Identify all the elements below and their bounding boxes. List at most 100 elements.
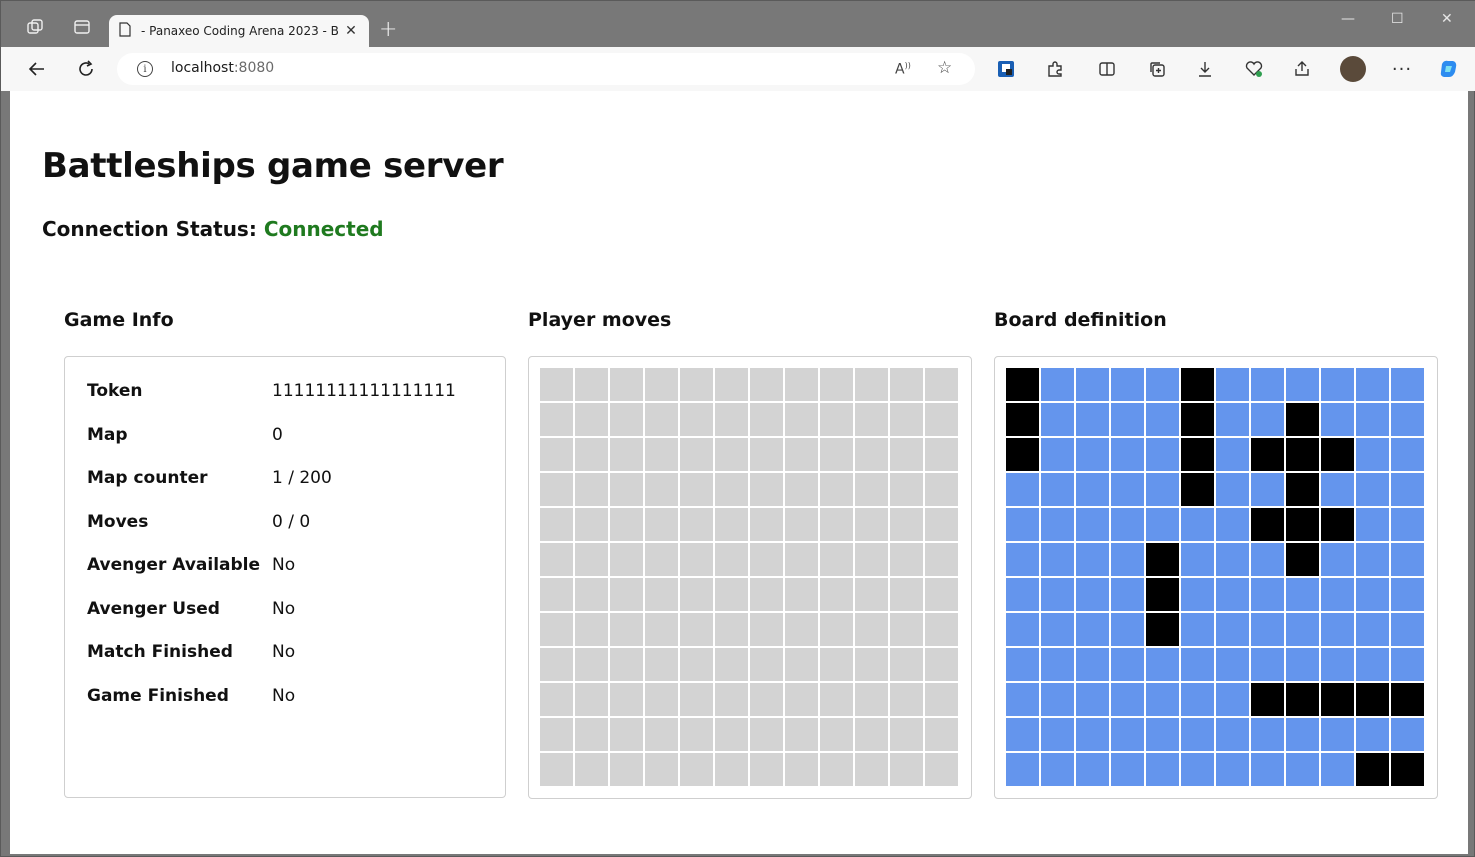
player-moves-cell[interactable] [819,437,854,472]
player-moves-cell[interactable] [574,402,609,437]
player-moves-cell[interactable] [784,577,819,612]
player-moves-cell[interactable] [749,752,784,787]
player-moves-cell[interactable] [679,367,714,402]
extension-badge-icon[interactable] [995,58,1017,80]
player-moves-cell[interactable] [679,752,714,787]
player-moves-cell[interactable] [574,647,609,682]
player-moves-cell[interactable] [749,647,784,682]
player-moves-cell[interactable] [609,507,644,542]
player-moves-cell[interactable] [784,542,819,577]
player-moves-cell[interactable] [539,437,574,472]
favorite-star-icon[interactable]: ☆ [937,58,952,78]
player-moves-cell[interactable] [749,717,784,752]
player-moves-cell[interactable] [644,577,679,612]
player-moves-cell[interactable] [609,437,644,472]
player-moves-cell[interactable] [889,472,924,507]
player-moves-cell[interactable] [679,612,714,647]
downloads-icon[interactable] [1194,58,1216,80]
player-moves-cell[interactable] [854,542,889,577]
player-moves-cell[interactable] [539,612,574,647]
player-moves-cell[interactable] [854,577,889,612]
player-moves-cell[interactable] [819,402,854,437]
player-moves-cell[interactable] [714,717,749,752]
player-moves-cell[interactable] [819,542,854,577]
player-moves-cell[interactable] [819,612,854,647]
player-moves-cell[interactable] [784,402,819,437]
player-moves-cell[interactable] [644,647,679,682]
extensions-icon[interactable] [1044,58,1066,80]
player-moves-cell[interactable] [609,577,644,612]
player-moves-cell[interactable] [854,472,889,507]
player-moves-cell[interactable] [924,437,959,472]
player-moves-cell[interactable] [749,682,784,717]
player-moves-cell[interactable] [714,437,749,472]
player-moves-cell[interactable] [819,472,854,507]
player-moves-cell[interactable] [784,367,819,402]
player-moves-cell[interactable] [924,577,959,612]
player-moves-cell[interactable] [924,717,959,752]
player-moves-cell[interactable] [784,612,819,647]
player-moves-cell[interactable] [749,367,784,402]
copilot-icon[interactable] [1438,58,1460,80]
player-moves-cell[interactable] [539,472,574,507]
player-moves-cell[interactable] [749,542,784,577]
player-moves-cell[interactable] [819,577,854,612]
site-info-icon[interactable]: i [137,61,153,77]
player-moves-cell[interactable] [784,752,819,787]
player-moves-cell[interactable] [854,367,889,402]
read-aloud-icon[interactable]: A)) [895,61,911,78]
player-moves-cell[interactable] [784,472,819,507]
player-moves-cell[interactable] [854,612,889,647]
player-moves-cell[interactable] [609,472,644,507]
player-moves-cell[interactable] [609,612,644,647]
player-moves-cell[interactable] [784,682,819,717]
player-moves-cell[interactable] [644,612,679,647]
player-moves-cell[interactable] [784,437,819,472]
player-moves-cell[interactable] [679,542,714,577]
player-moves-cell[interactable] [889,437,924,472]
player-moves-cell[interactable] [889,717,924,752]
player-moves-cell[interactable] [574,717,609,752]
tab-active[interactable]: - Panaxeo Coding Arena 2023 - B ✕ [109,15,369,47]
address-bar[interactable]: i localhost:8080 A)) ☆ [117,53,975,85]
refresh-icon[interactable] [74,57,98,81]
vertical-tabs-icon[interactable] [71,16,93,38]
player-moves-cell[interactable] [539,507,574,542]
minimize-icon[interactable]: — [1341,11,1355,27]
player-moves-cell[interactable] [749,402,784,437]
player-moves-cell[interactable] [819,717,854,752]
player-moves-cell[interactable] [819,682,854,717]
player-moves-cell[interactable] [854,507,889,542]
browser-essentials-icon[interactable] [1243,58,1265,80]
player-moves-cell[interactable] [714,577,749,612]
player-moves-cell[interactable] [644,752,679,787]
player-moves-cell[interactable] [574,577,609,612]
player-moves-cell[interactable] [819,752,854,787]
player-moves-cell[interactable] [609,542,644,577]
player-moves-cell[interactable] [749,437,784,472]
player-moves-cell[interactable] [924,402,959,437]
player-moves-cell[interactable] [574,752,609,787]
player-moves-cell[interactable] [854,717,889,752]
player-moves-cell[interactable] [679,507,714,542]
player-moves-cell[interactable] [644,472,679,507]
player-moves-cell[interactable] [679,682,714,717]
player-moves-cell[interactable] [609,752,644,787]
player-moves-cell[interactable] [784,647,819,682]
player-moves-cell[interactable] [924,507,959,542]
player-moves-cell[interactable] [574,507,609,542]
player-moves-cell[interactable] [644,717,679,752]
player-moves-cell[interactable] [889,577,924,612]
player-moves-cell[interactable] [539,647,574,682]
player-moves-cell[interactable] [539,542,574,577]
collections-icon[interactable] [1146,58,1168,80]
player-moves-cell[interactable] [714,367,749,402]
player-moves-cell[interactable] [714,682,749,717]
player-moves-cell[interactable] [714,612,749,647]
player-moves-cell[interactable] [924,682,959,717]
player-moves-cell[interactable] [889,682,924,717]
player-moves-cell[interactable] [679,437,714,472]
player-moves-cell[interactable] [819,507,854,542]
player-moves-cell[interactable] [749,577,784,612]
player-moves-cell[interactable] [539,367,574,402]
